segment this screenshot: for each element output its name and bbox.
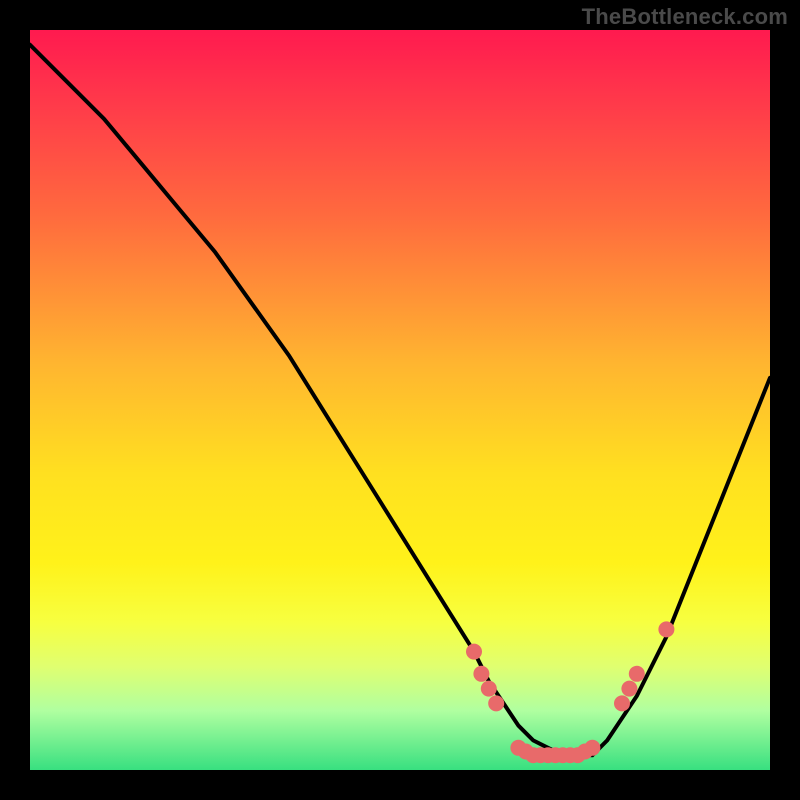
bottleneck-curve <box>30 45 770 755</box>
marker-dot <box>481 681 497 697</box>
watermark-text: TheBottleneck.com <box>582 4 788 30</box>
marker-dot <box>629 666 645 682</box>
marker-dot <box>614 695 630 711</box>
outer-frame: TheBottleneck.com <box>0 0 800 800</box>
curve-path <box>30 45 770 755</box>
chart-svg <box>30 30 770 770</box>
marker-dot <box>658 621 674 637</box>
marker-dot <box>466 644 482 660</box>
marker-dot <box>584 740 600 756</box>
plot-area <box>30 30 770 770</box>
marker-dot <box>473 666 489 682</box>
marker-dot <box>621 681 637 697</box>
marker-dot <box>488 695 504 711</box>
